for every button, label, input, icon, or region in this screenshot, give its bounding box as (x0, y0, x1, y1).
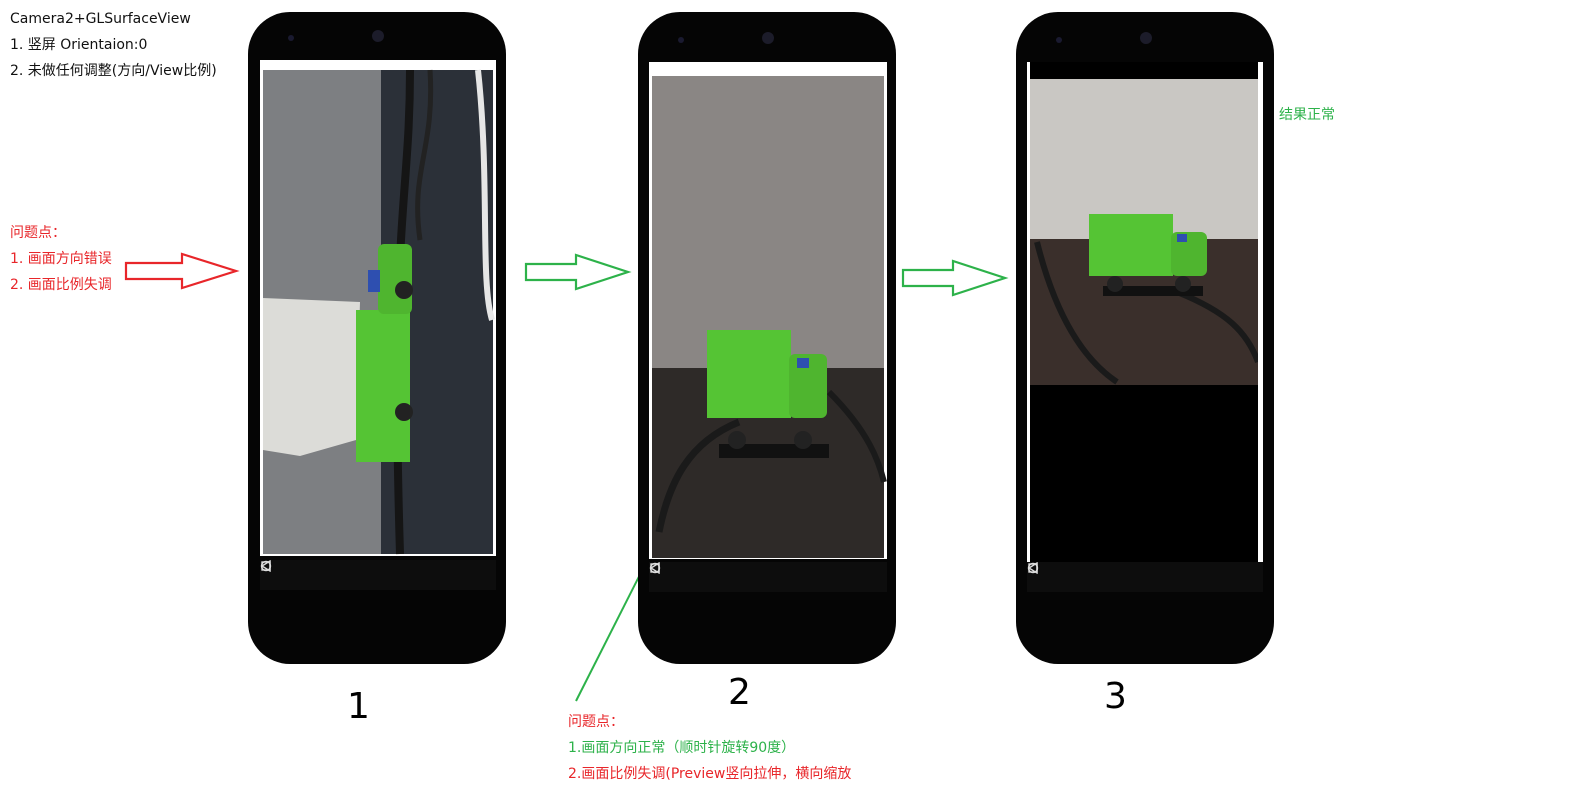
camera-preview-2 (652, 76, 887, 558)
recent-square-icon[interactable] (261, 561, 466, 584)
navbar-1 (260, 560, 496, 590)
issues-left-item-1: 1. 画面方向错误 (10, 251, 112, 267)
screen-1 (260, 60, 496, 556)
header-line-2: 2. 未做任何调整(方向/View比例) (10, 63, 217, 79)
green-arrow-2-icon (901, 259, 1009, 297)
phone-1 (248, 12, 506, 664)
issues-bottom-item-2: 2.画面比例失调(Preview竖向拉伸，横向缩放 (568, 766, 852, 782)
issues-bottom: 问题点： 1.画面方向正常（顺时针旋转90度） 2.画面比例失调(Preview… (568, 709, 851, 787)
diagram-title: Camera2+GLSurfaceView (10, 11, 191, 27)
phone-2 (638, 12, 896, 664)
issues-bottom-heading: 问题点： (568, 714, 624, 730)
screen-2 (649, 62, 887, 559)
green-arrow-1-icon (524, 253, 632, 291)
camera-preview-3 (1030, 62, 1263, 562)
header-line-1: 1. 竖屏 Orientaion:0 (10, 37, 148, 53)
header-block: Camera2+GLSurfaceView 1. 竖屏 Orientaion:0… (10, 6, 217, 84)
red-arrow-icon (124, 252, 240, 290)
home-circle-icon[interactable] (260, 560, 387, 584)
back-triangle-icon[interactable] (260, 560, 308, 584)
phone-3 (1016, 12, 1274, 664)
issues-left: 问题点： 1. 画面方向错误 2. 画面比例失调 (10, 220, 112, 298)
home-circle-icon[interactable] (1027, 562, 1154, 586)
screen-3 (1027, 62, 1263, 562)
recent-square-icon[interactable] (650, 563, 856, 586)
navbar-3 (1027, 562, 1263, 592)
issues-left-item-2: 2. 画面比例失调 (10, 277, 112, 293)
phone-number-3: 3 (1104, 676, 1127, 717)
phone-number-2: 2 (728, 672, 751, 713)
camera-preview-1 (263, 69, 495, 555)
issues-bottom-item-1: 1.画面方向正常（顺时针旋转90度） (568, 740, 796, 756)
back-triangle-icon[interactable] (649, 562, 698, 586)
result-text: 结果正常 (1279, 107, 1335, 123)
back-triangle-icon[interactable] (1027, 562, 1075, 586)
issues-left-heading: 问题点： (10, 225, 66, 241)
home-circle-icon[interactable] (649, 562, 777, 586)
phone-number-1: 1 (347, 686, 370, 727)
recent-square-icon[interactable] (1028, 563, 1233, 586)
navbar-2 (649, 562, 887, 592)
